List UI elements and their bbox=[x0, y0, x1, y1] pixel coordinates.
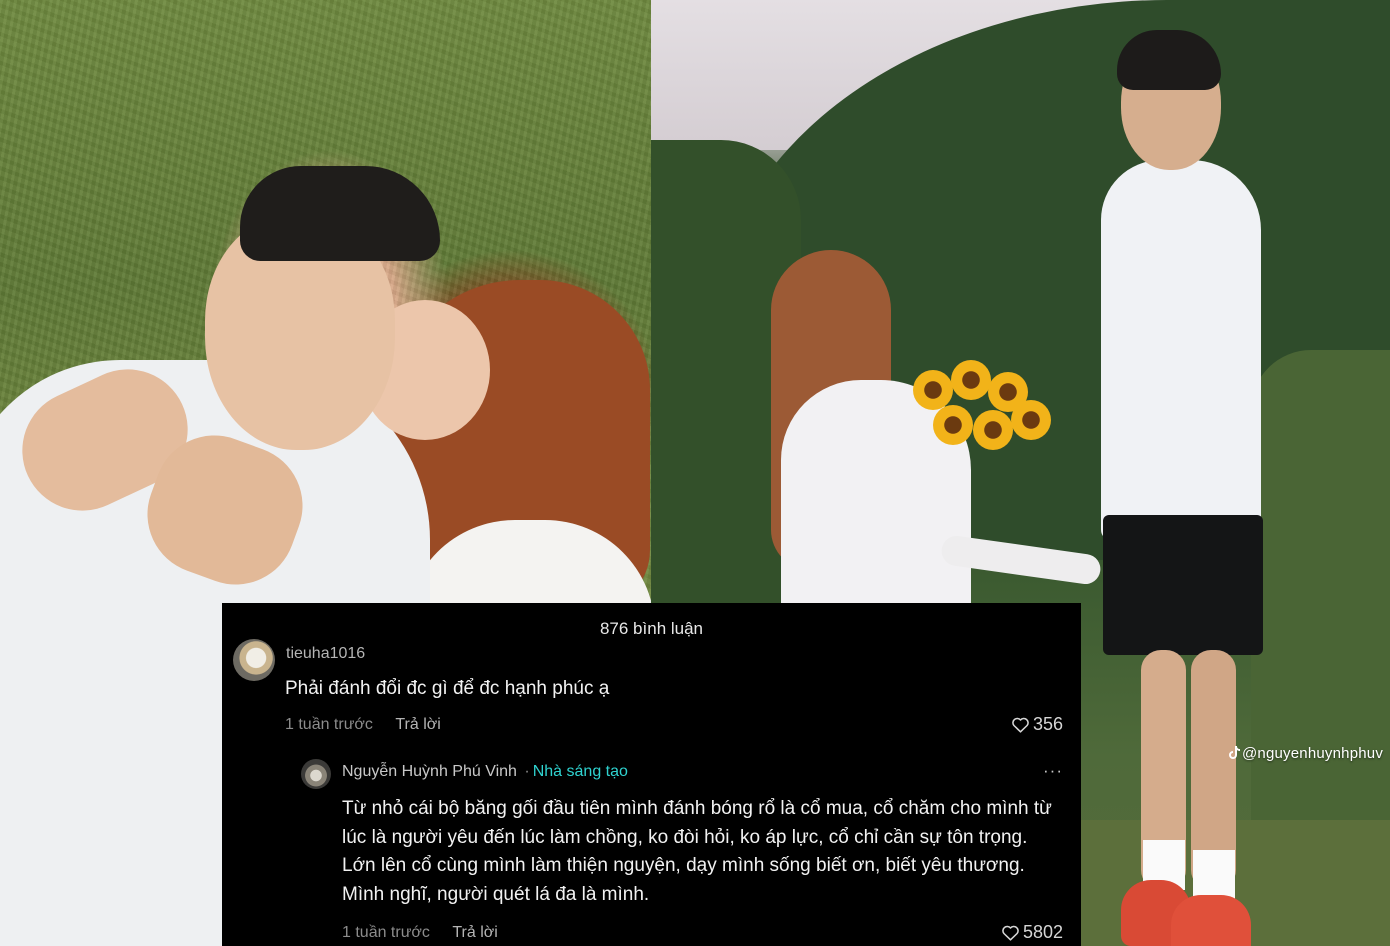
comment-text: Phải đánh đổi đc gì để đc hạnh phúc ạ bbox=[285, 678, 610, 699]
reply-header: Nguyễn Huỳnh Phú Vinh · Nhà sáng tạo bbox=[342, 763, 628, 781]
reply-button[interactable]: Trả lời bbox=[395, 716, 440, 733]
reply-meta: 1 tuần trước Trả lời bbox=[342, 924, 498, 942]
tiktok-watermark: @nguyenhuynhphuv bbox=[1228, 745, 1383, 762]
sunflower-bouquet bbox=[913, 360, 1053, 470]
man-hair bbox=[240, 166, 440, 261]
like-button[interactable]: 356 bbox=[1011, 714, 1063, 735]
reply-time: 1 tuần trước bbox=[342, 924, 430, 941]
watermark-handle: @nguyenhuynhphuv bbox=[1242, 745, 1384, 762]
separator: · bbox=[524, 763, 530, 780]
comments-count: 876 bình luận bbox=[599, 619, 704, 638]
man-standing-shirt bbox=[1101, 160, 1261, 540]
avatar[interactable] bbox=[301, 759, 331, 789]
heart-icon bbox=[1012, 717, 1029, 733]
comment-time: 1 tuần trước bbox=[285, 716, 373, 733]
reply-username[interactable]: Nguyễn Huỳnh Phú Vinh bbox=[342, 763, 517, 780]
like-button[interactable]: 5802 bbox=[1001, 922, 1063, 943]
reply-text: Từ nhỏ cái bộ băng gối đầu tiên mình đán… bbox=[342, 798, 1052, 905]
comment-username[interactable]: tieuha1016 bbox=[286, 645, 365, 663]
more-options-icon[interactable]: ··· bbox=[1043, 761, 1063, 781]
like-count: 5802 bbox=[1022, 922, 1063, 942]
shoe-right bbox=[1171, 895, 1251, 946]
man-standing-shorts bbox=[1103, 515, 1263, 655]
comments-panel: 876 bình luận tieuha1016 Phải đánh đổi đ… bbox=[222, 603, 1081, 946]
heart-icon bbox=[1002, 925, 1019, 941]
comment-meta: 1 tuần trước Trả lời bbox=[285, 716, 441, 734]
reply-button[interactable]: Trả lời bbox=[452, 924, 497, 941]
tiktok-icon bbox=[1229, 746, 1240, 759]
like-count: 356 bbox=[1032, 714, 1063, 734]
avatar[interactable] bbox=[233, 639, 275, 681]
creator-badge: Nhà sáng tạo bbox=[532, 763, 628, 780]
